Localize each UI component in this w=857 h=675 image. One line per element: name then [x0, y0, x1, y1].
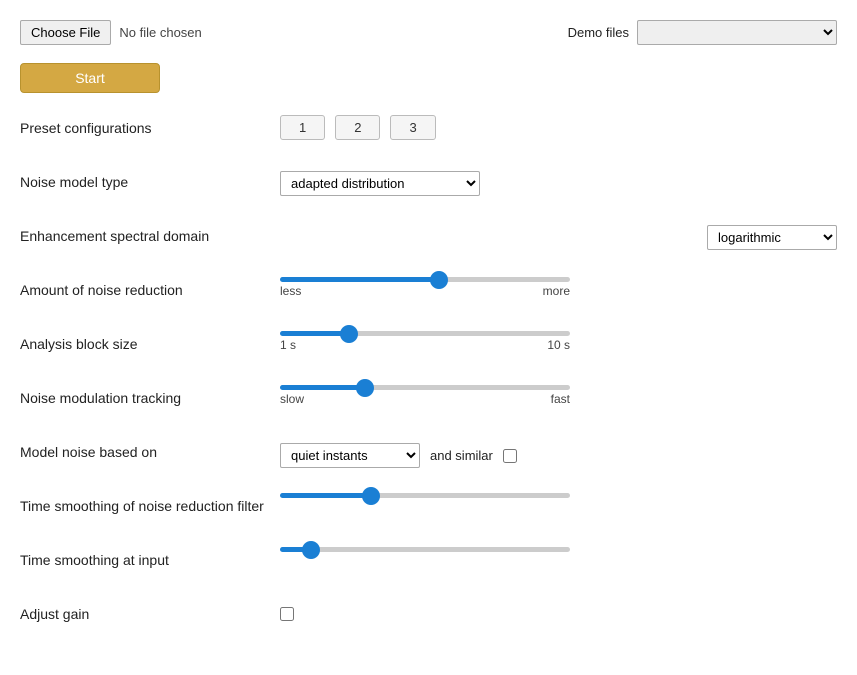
noise-reduction-min-label: less [280, 284, 301, 298]
noise-model-type-label: Noise model type [20, 169, 280, 193]
demo-files-select[interactable] [637, 20, 837, 45]
noise-reduction-slider[interactable] [280, 277, 570, 282]
analysis-block-size-control: 1 s 10 s [280, 331, 837, 352]
adjust-gain-checkbox[interactable] [280, 607, 294, 621]
analysis-block-size-label: Analysis block size [20, 331, 280, 355]
choose-file-button[interactable]: Choose File [20, 20, 111, 45]
model-noise-inner: quiet instants all instants and similar [280, 439, 837, 468]
and-similar-label: and similar [430, 448, 493, 463]
start-button[interactable]: Start [20, 63, 160, 93]
no-file-label: No file chosen [119, 25, 201, 40]
preset-configurations-label: Preset configurations [20, 115, 280, 139]
time-smoothing-input-slider-wrapper [280, 547, 570, 552]
analysis-block-size-slider[interactable] [280, 331, 570, 336]
enhancement-spectral-control: logarithmic linear power [280, 223, 837, 250]
analysis-block-max-label: 10 s [547, 338, 570, 352]
time-smoothing-noise-filter-row: Time smoothing of noise reduction filter [20, 493, 837, 529]
noise-modulation-slider-labels: slow fast [280, 392, 570, 406]
adjust-gain-row: Adjust gain [20, 601, 837, 637]
noise-modulation-label: Noise modulation tracking [20, 385, 280, 409]
model-noise-control: quiet instants all instants and similar [280, 439, 837, 468]
preset-button-1[interactable]: 1 [280, 115, 325, 140]
noise-modulation-max-label: fast [551, 392, 570, 406]
noise-model-type-row: Noise model type adapted distribution st… [20, 169, 837, 205]
enhancement-spectral-label: Enhancement spectral domain [20, 223, 280, 247]
model-noise-row: Model noise based on quiet instants all … [20, 439, 837, 475]
noise-modulation-slider[interactable] [280, 385, 570, 390]
time-smoothing-noise-slider-wrapper [280, 493, 570, 498]
time-smoothing-input-control [280, 547, 837, 552]
adjust-gain-control [280, 601, 837, 621]
noise-model-type-control: adapted distribution stationary non-stat… [280, 169, 837, 196]
noise-reduction-max-label: more [543, 284, 570, 298]
time-smoothing-noise-filter-control [280, 493, 837, 498]
analysis-block-size-row: Analysis block size 1 s 10 s [20, 331, 837, 367]
noise-modulation-slider-wrapper: slow fast [280, 385, 570, 406]
noise-reduction-label: Amount of noise reduction [20, 277, 280, 301]
enhancement-spectral-select[interactable]: logarithmic linear power [707, 225, 837, 250]
demo-files-section: Demo files [568, 20, 837, 45]
preset-configurations-control: 1 2 3 [280, 115, 837, 140]
noise-reduction-slider-labels: less more [280, 284, 570, 298]
noise-reduction-control: less more [280, 277, 837, 298]
noise-modulation-min-label: slow [280, 392, 304, 406]
preset-configurations-row: Preset configurations 1 2 3 [20, 115, 837, 151]
top-bar: Choose File No file chosen Demo files [20, 20, 837, 45]
adjust-gain-label: Adjust gain [20, 601, 280, 625]
preset-buttons-group: 1 2 3 [280, 115, 837, 140]
time-smoothing-noise-filter-slider[interactable] [280, 493, 570, 498]
settings-container: Preset configurations 1 2 3 Noise model … [20, 115, 837, 637]
preset-button-3[interactable]: 3 [390, 115, 435, 140]
analysis-block-slider-wrapper: 1 s 10 s [280, 331, 570, 352]
model-noise-select[interactable]: quiet instants all instants [280, 443, 420, 468]
noise-reduction-row: Amount of noise reduction less more [20, 277, 837, 313]
time-smoothing-input-label: Time smoothing at input [20, 547, 280, 571]
enhancement-spectral-row: Enhancement spectral domain logarithmic … [20, 223, 837, 259]
analysis-block-slider-labels: 1 s 10 s [280, 338, 570, 352]
time-smoothing-input-row: Time smoothing at input [20, 547, 837, 583]
noise-modulation-control: slow fast [280, 385, 837, 406]
and-similar-checkbox[interactable] [503, 449, 517, 463]
noise-reduction-slider-wrapper: less more [280, 277, 570, 298]
model-noise-label: Model noise based on [20, 439, 280, 463]
demo-files-label: Demo files [568, 25, 629, 40]
analysis-block-min-label: 1 s [280, 338, 296, 352]
preset-button-2[interactable]: 2 [335, 115, 380, 140]
time-smoothing-input-slider[interactable] [280, 547, 570, 552]
noise-model-type-select[interactable]: adapted distribution stationary non-stat… [280, 171, 480, 196]
file-section: Choose File No file chosen [20, 20, 202, 45]
noise-modulation-row: Noise modulation tracking slow fast [20, 385, 837, 421]
time-smoothing-noise-filter-label: Time smoothing of noise reduction filter [20, 493, 280, 517]
